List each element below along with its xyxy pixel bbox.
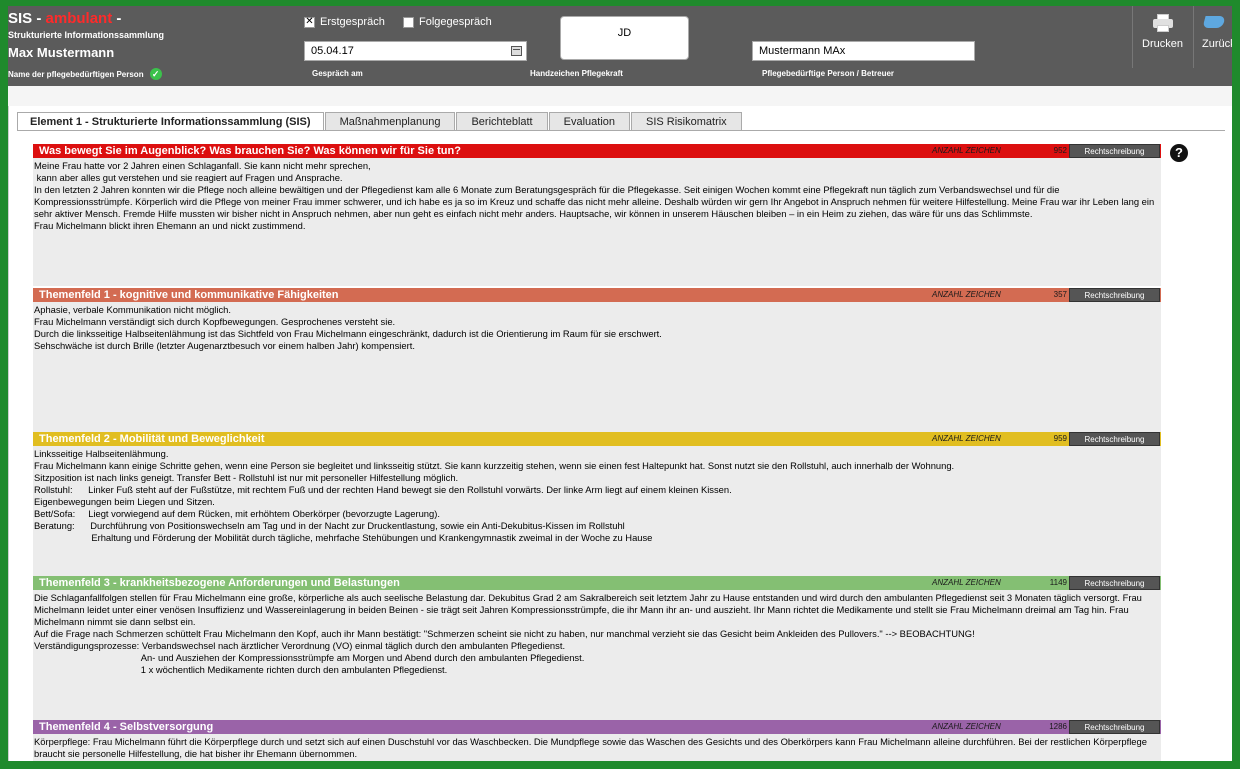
char-count: 959 [1053,434,1067,443]
char-count-label: ANZAHL ZEICHEN [932,434,1001,443]
app-title-prefix: SIS - [8,10,46,27]
print-label: Drucken [1142,38,1183,50]
patient-label-text: Name der pflegebedürftigen Person [8,69,144,79]
char-count-label: ANZAHL ZEICHEN [932,290,1001,299]
char-count: 1286 [1049,722,1067,731]
section-title: Was bewegt Sie im Augenblick? Was brauch… [39,145,461,157]
section-header: Themenfeld 4 - Selbstversorgung ANZAHL Z… [33,720,1161,734]
section-textarea[interactable]: Meine Frau hatte vor 2 Jahren einen Schl… [33,158,1161,286]
app-title-accent: ambulant [45,10,113,27]
help-icon[interactable]: ? [1170,144,1188,162]
section-textarea[interactable]: Die Schlaganfallfolgen stellen für Frau … [33,590,1161,720]
section-themenfeld-3: Themenfeld 3 - krankheitsbezogene Anford… [33,576,1161,720]
section-title: Themenfeld 2 - Mobilität und Beweglichke… [39,433,265,445]
spellcheck-button[interactable]: Rechtschreibung [1069,432,1160,446]
date-value: 05.04.17 [311,45,354,57]
date-label: Gespräch am [312,69,363,78]
erstgespraech-label: Erstgespräch [320,16,385,28]
section-textarea[interactable]: Aphasie, verbale Kommunikation nicht mög… [33,302,1161,432]
section-title: Themenfeld 3 - krankheitsbezogene Anford… [39,577,400,589]
section-header: Themenfeld 1 - kognitive und kommunikati… [33,288,1161,302]
section-themenfeld-2: Themenfeld 2 - Mobilität und Beweglichke… [33,432,1161,576]
char-count-label: ANZAHL ZEICHEN [932,722,1001,731]
erstgespraech-checkbox[interactable]: ✕ Erstgespräch [304,16,385,28]
app-window: SIS - ambulant - Strukturierte Informati… [0,0,1240,769]
tab-massnahmenplanung[interactable]: Maßnahmenplanung [324,112,456,130]
char-count-label: ANZAHL ZEICHEN [932,578,1001,587]
section-header: Themenfeld 2 - Mobilität und Beweglichke… [33,432,1161,446]
section-augenblick: Was bewegt Sie im Augenblick? Was brauch… [33,144,1161,286]
checkbox-checked-icon[interactable]: ✕ [304,16,315,28]
check-icon: ✓ [149,68,162,80]
calendar-icon[interactable] [511,46,522,56]
char-count-label: ANZAHL ZEICHEN [932,146,1001,155]
folgegespraech-checkbox[interactable]: Folgegespräch [403,16,492,28]
section-themenfeld-4: Themenfeld 4 - Selbstversorgung ANZAHL Z… [33,720,1161,761]
spellcheck-button[interactable]: Rechtschreibung [1069,144,1160,158]
patient-label: Name der pflegebedürftigen Person ✓ [8,68,162,80]
spellcheck-button[interactable]: Rechtschreibung [1069,720,1160,734]
tab-sis[interactable]: Element 1 - Strukturierte Informationssa… [17,112,324,131]
char-count: 1149 [1049,578,1067,587]
print-button[interactable]: Drucken [1132,6,1192,68]
initials-field[interactable]: JD [560,16,689,60]
checkbox-unchecked-icon[interactable] [403,16,414,28]
patient-name: Max Mustermann [8,45,115,60]
date-field[interactable]: 05.04.17 [304,41,527,61]
tab-risikomatrix[interactable]: SIS Risikomatrix [631,112,742,130]
spellcheck-button[interactable]: Rechtschreibung [1069,288,1160,302]
section-textarea[interactable]: Körperpflege: Frau Michelmann führt die … [33,734,1161,761]
app-title-suffix: - [112,10,122,27]
char-count: 952 [1053,146,1067,155]
section-textarea[interactable]: Linksseitige Halbseitenlähmung. Frau Mic… [33,446,1161,576]
person-field[interactable]: Mustermann MAx [752,41,975,61]
spellcheck-button[interactable]: Rechtschreibung [1069,576,1160,590]
initials-label: Handzeichen Pflegekraft [530,69,623,78]
main-panel: Element 1 - Strukturierte Informationssa… [8,106,1232,761]
back-arrow-icon [1202,14,1224,30]
section-header: Was bewegt Sie im Augenblick? Was brauch… [33,144,1161,158]
person-label: Pflegebedürftige Person / Betreuer [762,69,895,78]
tab-evaluation[interactable]: Evaluation [548,112,630,130]
section-title: Themenfeld 4 - Selbstversorgung [39,721,214,733]
folgegespraech-label: Folgegespräch [419,16,492,28]
back-label: Zurück [1202,38,1236,50]
back-button[interactable]: Zurück [1193,6,1236,68]
section-title: Themenfeld 1 - kognitive und kommunikati… [39,289,339,301]
tab-bar: Element 1 - Strukturierte Informationssa… [17,112,743,131]
app-title: SIS - ambulant - [8,10,121,27]
tab-divider [17,130,1225,131]
app-subtitle: Strukturierte Informationssammlung [8,30,165,40]
char-count: 357 [1053,290,1067,299]
tab-berichteblatt[interactable]: Berichteblatt [456,112,548,130]
section-header: Themenfeld 3 - krankheitsbezogene Anford… [33,576,1161,590]
header-bar: SIS - ambulant - Strukturierte Informati… [8,6,1232,86]
printer-icon [1152,14,1173,32]
section-themenfeld-1: Themenfeld 1 - kognitive und kommunikati… [33,288,1161,432]
